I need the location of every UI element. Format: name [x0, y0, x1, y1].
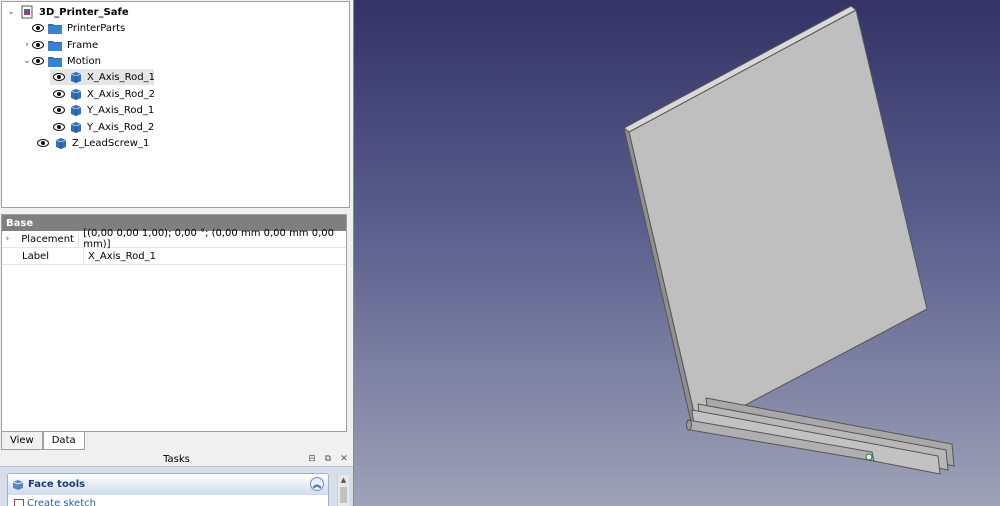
visibility-eye-icon[interactable] [32, 37, 44, 53]
visibility-eye-icon[interactable] [53, 102, 65, 118]
folder-icon [48, 54, 62, 68]
tab-data[interactable]: Data [42, 432, 85, 450]
tree-item-frame[interactable]: › Frame [22, 37, 342, 53]
plate-front-face [628, 9, 928, 431]
tree-item-label: Motion [67, 55, 101, 67]
scroll-up-icon[interactable]: ▲ [338, 475, 349, 485]
float-icon[interactable]: ⧉ [323, 452, 333, 466]
tab-view[interactable]: View [1, 432, 43, 450]
3d-viewport[interactable] [353, 0, 1000, 506]
face-tools-icon [12, 479, 24, 491]
rod-end-cap [686, 419, 692, 431]
face-tools-box: Face tools ︽ Create sketch [7, 473, 329, 506]
face-tools-header[interactable]: Face tools ︽ [8, 474, 328, 495]
folder-icon [48, 21, 62, 35]
tree-root-label: 3D_Printer_Safe [39, 6, 129, 18]
close-icon[interactable]: ✕ [339, 452, 349, 466]
task-scrollbar[interactable]: ▲ [337, 475, 349, 506]
part-cube-icon [53, 136, 67, 150]
sketch-icon [14, 498, 24, 506]
chevron-down-icon[interactable]: ⌄ [22, 53, 32, 69]
tree-item-label: Z_LeadScrew_1 [72, 137, 150, 149]
tree-item-root[interactable]: ⌄ 3D_Printer_Safe [6, 4, 346, 20]
create-sketch-link[interactable]: Create sketch [27, 498, 96, 506]
property-value[interactable]: X_Axis_Rod_1 [84, 248, 156, 265]
visibility-eye-icon[interactable] [32, 20, 44, 36]
document-icon [20, 5, 34, 19]
property-name: Label [14, 247, 84, 265]
tree-item-label: Y_Axis_Rod_1 [87, 104, 155, 116]
minimize-icon[interactable]: ⊟ [307, 452, 317, 466]
part-cube-icon [69, 103, 82, 117]
chevron-down-icon[interactable]: ⌄ [6, 4, 16, 20]
chevron-right-icon[interactable]: › [2, 234, 13, 244]
tree-item-y-axis-rod-1[interactable]: Y_Axis_Rod_1 [50, 102, 154, 118]
left-panel: ⌄ 3D_Printer_Safe PrinterParts › Frame ⌄… [0, 0, 353, 506]
tree-item-label: Frame [67, 39, 99, 51]
part-cube-icon [69, 70, 82, 84]
tasks-titlebar: Tasks ⊟ ⧉ ✕ [0, 452, 353, 466]
folder-icon [48, 38, 62, 52]
face-tools-title: Face tools [28, 479, 86, 490]
tree-item-z-leadscrew-1[interactable]: Z_LeadScrew_1 [32, 135, 152, 151]
visibility-eye-icon[interactable] [32, 53, 44, 69]
visibility-eye-icon[interactable] [53, 119, 65, 135]
visibility-eye-icon[interactable] [37, 135, 49, 151]
tree-item-label: Y_Axis_Rod_2 [87, 121, 155, 133]
scroll-thumb[interactable] [340, 487, 347, 503]
tree-item-label: X_Axis_Rod_2 [87, 88, 155, 100]
3d-model-render [623, 5, 955, 475]
part-cube-icon [69, 120, 82, 134]
axis-origin-marker [865, 453, 873, 461]
property-tabs: View Data [1, 432, 85, 451]
part-cube-icon [69, 87, 82, 101]
tree-item-motion[interactable]: ⌄ Motion [22, 53, 342, 69]
model-tree[interactable]: ⌄ 3D_Printer_Safe PrinterParts › Frame ⌄… [1, 1, 350, 208]
tree-item-x-axis-rod-1[interactable]: X_Axis_Rod_1 [50, 69, 155, 85]
property-name: Placement [13, 230, 80, 248]
tree-item-label: X_Axis_Rod_1 [87, 71, 155, 83]
visibility-eye-icon[interactable] [53, 69, 65, 85]
tree-item-x-axis-rod-2[interactable]: X_Axis_Rod_2 [50, 86, 155, 102]
visibility-eye-icon[interactable] [53, 86, 65, 102]
property-row-placement[interactable]: › Placement [(0,00 0,00 1,00); 0,00 °; (… [2, 228, 346, 250]
tasks-title: Tasks [163, 453, 190, 465]
collapse-chevron-icon[interactable]: ︽ [310, 477, 324, 491]
task-panel: Face tools ︽ Create sketch ▲ [0, 466, 353, 506]
property-editor[interactable]: Base › Placement [(0,00 0,00 1,00); 0,00… [1, 214, 347, 432]
chevron-right-icon[interactable]: › [22, 37, 32, 53]
tree-item-y-axis-rod-2[interactable]: Y_Axis_Rod_2 [50, 119, 154, 135]
tree-item-printerparts[interactable]: PrinterParts [22, 20, 342, 36]
property-value[interactable]: [(0,00 0,00 1,00); 0,00 °; (0,00 mm 0,00… [79, 228, 346, 250]
property-row-label[interactable]: Label X_Axis_Rod_1 [2, 247, 346, 265]
face-tools-body: Create sketch [8, 495, 328, 506]
tree-item-label: PrinterParts [67, 22, 126, 34]
